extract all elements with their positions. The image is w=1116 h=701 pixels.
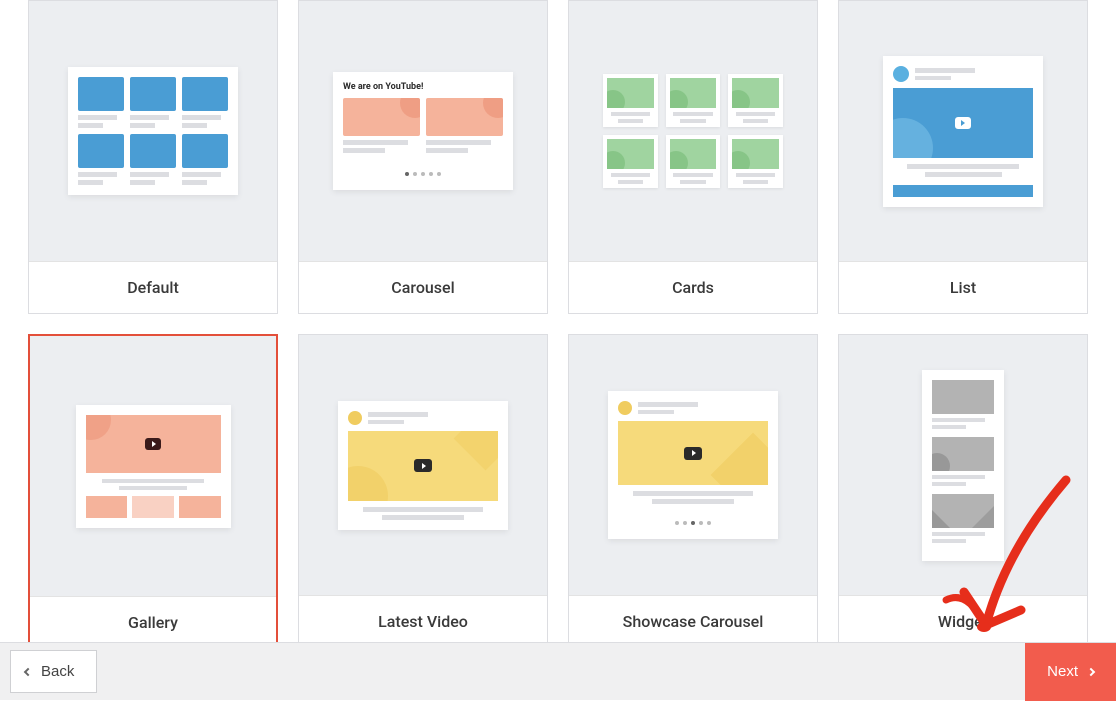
template-preview-latest-video (299, 335, 547, 595)
play-icon (684, 447, 702, 460)
template-label: Carousel (299, 261, 547, 313)
template-preview-default (29, 1, 277, 261)
template-label: List (839, 261, 1087, 313)
template-preview-gallery (30, 336, 276, 596)
template-label: Showcase Carousel (569, 595, 817, 647)
template-preview-carousel: We are on YouTube! (299, 1, 547, 261)
back-button-label: Back (41, 663, 74, 680)
template-card-carousel[interactable]: We are on YouTube! Carousel (298, 0, 548, 314)
play-icon (414, 459, 432, 472)
template-label: Latest Video (299, 595, 547, 647)
template-label: Widget (839, 595, 1087, 647)
next-button[interactable]: Next (1025, 643, 1116, 701)
template-card-showcase-carousel[interactable]: Showcase Carousel (568, 334, 818, 650)
template-label: Gallery (30, 596, 276, 648)
template-grid: Default We are on YouTube! Carousel (0, 0, 1116, 650)
chevron-right-icon (1087, 667, 1095, 675)
chevron-left-icon (24, 667, 32, 675)
template-label: Default (29, 261, 277, 313)
template-card-default[interactable]: Default (28, 0, 278, 314)
template-card-latest-video[interactable]: Latest Video (298, 334, 548, 650)
template-label: Cards (569, 261, 817, 313)
carousel-preview-title: We are on YouTube! (343, 82, 503, 92)
template-card-cards[interactable]: Cards (568, 0, 818, 314)
template-card-list[interactable]: List (838, 0, 1088, 314)
template-preview-cards (569, 1, 817, 261)
template-card-gallery[interactable]: Gallery (28, 334, 278, 650)
template-preview-widget (839, 335, 1087, 595)
play-icon (955, 117, 971, 129)
template-preview-showcase-carousel (569, 335, 817, 595)
play-icon (145, 438, 161, 450)
template-card-widget[interactable]: Widget (838, 334, 1088, 650)
template-preview-list (839, 1, 1087, 261)
wizard-footer: Back Next (0, 642, 1116, 700)
next-button-label: Next (1047, 663, 1078, 680)
back-button[interactable]: Back (10, 650, 97, 693)
